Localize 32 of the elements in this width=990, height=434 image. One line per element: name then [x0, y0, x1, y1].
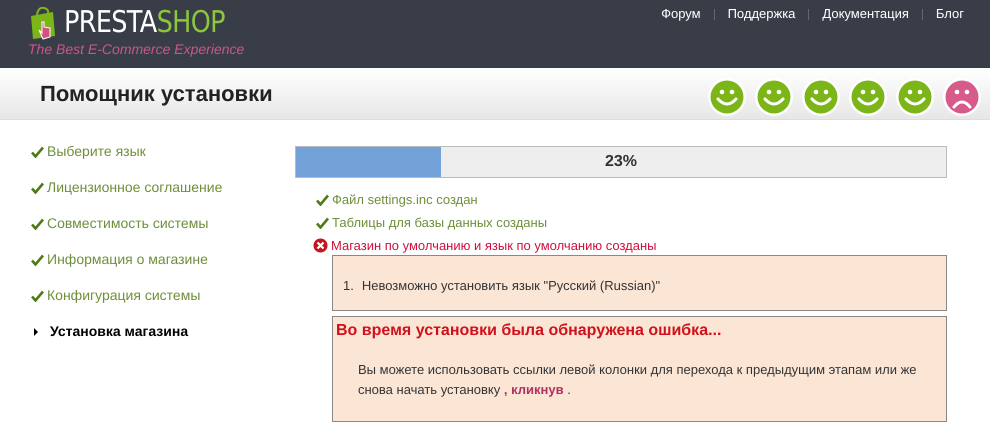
log-message: Таблицы для базы данных созданы [332, 214, 548, 232]
check-icon [31, 254, 44, 266]
check-icon [316, 194, 329, 206]
check-icon [31, 218, 44, 230]
step-link[interactable]: Совместимость системы [31, 214, 208, 233]
step-link[interactable]: Выберите язык [31, 142, 146, 161]
check-icon [31, 290, 44, 302]
shopping-bag-icon [28, 6, 58, 40]
check-icon [316, 216, 329, 228]
error-heading: Во время установки была обнаружена ошибка... [336, 321, 722, 341]
error-description: Вы можете использовать ссылки левой колонки для перехода к предыдущим этапам или же снова начать установку , кликнув . [358, 361, 918, 399]
check-icon [31, 146, 44, 158]
restart-link[interactable]: , кликнув [504, 382, 564, 397]
error-message: Невозможно установить язык "Русский (Russian)" [362, 277, 660, 296]
arrow-icon [34, 328, 38, 336]
log-message: Магазин по умолчанию и язык по умолчанию созданы [331, 236, 656, 255]
error-icon [313, 238, 328, 253]
tagline: The Best E-Commerce Experience [28, 42, 244, 56]
check-icon [31, 182, 44, 194]
progress-label: 23% [604, 152, 638, 172]
nav-link[interactable]: Форум [661, 5, 701, 23]
log-message: Файл settings.inc создан [332, 190, 478, 209]
nav-link[interactable]: Поддержка [728, 5, 796, 23]
step-link[interactable]: Конфигурация системы [31, 286, 200, 305]
step-link[interactable]: Установка магазина [31, 322, 188, 341]
nav-link[interactable]: Документация [822, 5, 909, 23]
logo-text: PRESTASHOP [64, 5, 225, 40]
page-title: Помощник установки [40, 80, 273, 108]
list-number: 1. [343, 277, 354, 296]
step-link[interactable]: Лицензионное соглашение [31, 178, 222, 197]
nav-link[interactable]: Блог [936, 5, 964, 23]
step-link[interactable]: Информация о магазине [31, 250, 208, 269]
